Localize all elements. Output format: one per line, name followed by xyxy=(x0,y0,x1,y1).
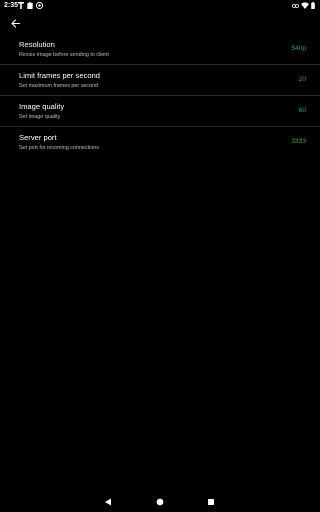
clipboard-icon xyxy=(27,2,33,9)
setting-row-resolution[interactable]: Resolution Resize image before sending t… xyxy=(0,34,320,65)
recents-square-icon xyxy=(208,499,214,505)
status-time: 2:35 xyxy=(4,2,19,9)
battery-icon xyxy=(311,2,315,9)
back-button[interactable] xyxy=(7,15,23,31)
settings-list: Resolution Resize image before sending t… xyxy=(0,34,320,157)
setting-title: Server port xyxy=(19,133,57,142)
toolbar xyxy=(0,12,320,34)
setting-row-fps[interactable]: Limit frames per second Set maximum fram… xyxy=(0,65,320,96)
nav-recents-button[interactable] xyxy=(203,494,219,510)
setting-title: Limit frames per second xyxy=(19,71,101,80)
setting-row-image-quality[interactable]: Image quality Set image quality 60 xyxy=(0,96,320,127)
nav-bar xyxy=(0,492,320,512)
t-icon xyxy=(18,2,24,9)
setting-summary: Set image quality xyxy=(19,114,61,120)
setting-summary: Set maximum frames per second xyxy=(19,83,99,89)
back-triangle-icon xyxy=(105,498,111,506)
wifi-icon xyxy=(301,2,309,9)
setting-row-server-port[interactable]: Server port Set port for incoming connec… xyxy=(0,127,320,157)
setting-value: 60 xyxy=(298,107,306,114)
status-icons-right xyxy=(292,1,315,10)
nav-back-button[interactable] xyxy=(100,494,116,510)
setting-summary: Resize image before sending to client xyxy=(19,52,109,58)
setting-title: Resolution xyxy=(19,40,55,49)
status-bar: 2:35 xyxy=(0,0,320,11)
arrow-left-icon xyxy=(10,18,20,28)
nav-home-button[interactable] xyxy=(152,494,168,510)
setting-value: 540p xyxy=(291,45,306,52)
setting-value: 3333 xyxy=(291,138,306,145)
setting-title: Image quality xyxy=(19,102,65,111)
link-icon xyxy=(292,3,299,8)
notification-icon xyxy=(36,2,43,9)
setting-value: 20 xyxy=(298,76,306,83)
home-circle-icon xyxy=(156,498,164,506)
setting-summary: Set port for incoming connections xyxy=(19,145,100,151)
status-icons-left xyxy=(18,1,43,10)
